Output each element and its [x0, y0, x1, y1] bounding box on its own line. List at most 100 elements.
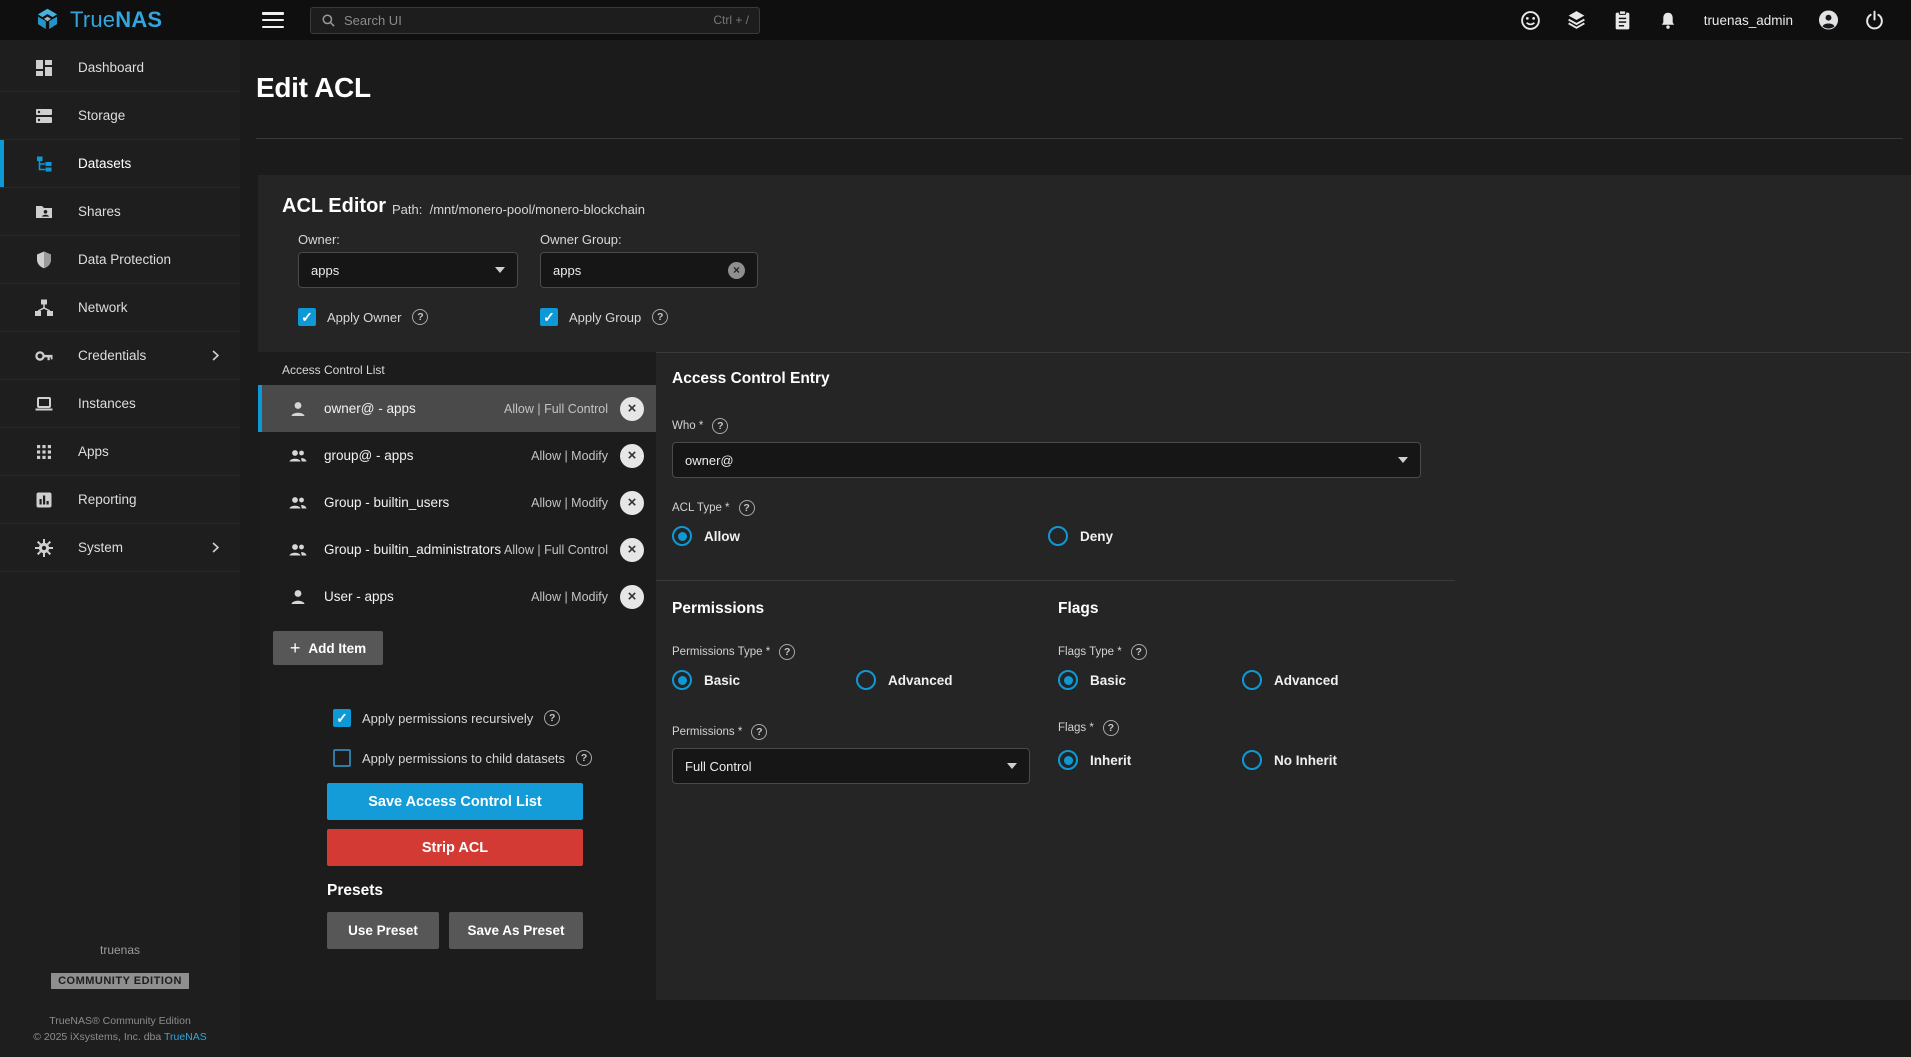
help-icon[interactable]: ?: [1131, 644, 1147, 660]
apply-owner-checkbox[interactable]: ✓: [298, 308, 316, 326]
sidebar-item-instances[interactable]: Instances: [0, 380, 240, 428]
help-icon[interactable]: ?: [412, 309, 428, 325]
sidebar-item-storage[interactable]: Storage: [0, 92, 240, 140]
save-as-preset-button[interactable]: Save As Preset: [449, 912, 583, 949]
flags-inherit-radio[interactable]: Inherit: [1058, 750, 1131, 770]
apps-grid-icon: [34, 442, 54, 462]
help-icon[interactable]: ?: [779, 644, 795, 660]
title-divider: [256, 138, 1903, 139]
sidebar: Dashboard Storage Datasets Shares: [0, 40, 240, 1057]
people-icon: [288, 540, 308, 560]
sidebar-item-label: Storage: [78, 108, 125, 123]
ace-summary: Allow | Full Control: [504, 402, 608, 416]
permissions-type-advanced-radio[interactable]: Advanced: [856, 670, 953, 690]
acl-list-item[interactable]: Group - builtin_administrators Allow | F…: [258, 526, 656, 573]
remove-ace-icon[interactable]: ×: [620, 444, 644, 468]
sidebar-item-apps[interactable]: Apps: [0, 428, 240, 476]
permissions-type-basic-radio[interactable]: Basic: [672, 670, 740, 690]
power-icon[interactable]: [1864, 10, 1885, 31]
permissions-type-label: Permissions Type *: [672, 646, 770, 658]
dataset-path: Path: /mnt/monero-pool/monero-blockchain: [392, 202, 645, 217]
ace-name: group@ - apps: [324, 448, 414, 463]
permissions-select[interactable]: Full Control: [672, 748, 1030, 784]
sidebar-item-label: Datasets: [78, 156, 131, 171]
apply-recursive-checkbox[interactable]: ✓: [333, 709, 351, 727]
acl-list-item[interactable]: group@ - apps Allow | Modify ×: [258, 432, 656, 479]
remove-ace-icon[interactable]: ×: [620, 585, 644, 609]
path-label: Path:: [392, 202, 422, 217]
flags-type-label-row: Flags Type * ?: [1058, 644, 1147, 660]
sidebar-footer: truenas COMMUNITY EDITION TrueNAS® Commu…: [0, 943, 240, 1045]
flags-no-inherit-radio[interactable]: No Inherit: [1242, 750, 1337, 770]
remove-ace-icon[interactable]: ×: [620, 538, 644, 562]
search-shortcut: Ctrl + /: [713, 13, 749, 27]
sidebar-item-data-protection[interactable]: Data Protection: [0, 236, 240, 284]
sidebar-item-label: System: [78, 540, 123, 555]
shield-icon: [34, 250, 54, 270]
apply-child-checkbox[interactable]: [333, 749, 351, 767]
sidebar-item-credentials[interactable]: Credentials: [0, 332, 240, 380]
help-icon[interactable]: ?: [652, 309, 668, 325]
menu-hamburger-icon[interactable]: [262, 12, 284, 28]
truenas-link[interactable]: TrueNAS: [164, 1031, 207, 1043]
feedback-smiley-icon[interactable]: [1520, 10, 1541, 31]
help-icon[interactable]: ?: [712, 418, 728, 434]
help-icon[interactable]: ?: [576, 750, 592, 766]
top-bar: TrueNAS Ctrl + /: [0, 0, 1911, 40]
clear-icon[interactable]: ×: [728, 262, 745, 279]
owner-group-input[interactable]: apps ×: [540, 252, 758, 288]
sidebar-item-system[interactable]: System: [0, 524, 240, 572]
who-select[interactable]: owner@: [672, 442, 1421, 478]
user-avatar-icon[interactable]: [1818, 10, 1839, 31]
acl-type-deny-radio[interactable]: Deny: [1048, 526, 1113, 546]
flags-type-label: Flags Type *: [1058, 646, 1122, 658]
acl-type-allow-radio[interactable]: Allow: [672, 526, 740, 546]
acl-list-item[interactable]: owner@ - apps Allow | Full Control ×: [258, 385, 656, 432]
hostname-label: truenas: [100, 943, 140, 957]
strip-acl-button[interactable]: Strip ACL: [327, 829, 583, 866]
chevron-down-icon: [495, 267, 505, 273]
help-icon[interactable]: ?: [739, 500, 755, 516]
truenas-logo[interactable]: TrueNAS: [0, 7, 240, 34]
radio-label: Advanced: [888, 673, 953, 688]
acl-list-item[interactable]: User - apps Allow | Modify ×: [258, 573, 656, 620]
sidebar-item-dashboard[interactable]: Dashboard: [0, 44, 240, 92]
radio-icon: [1242, 670, 1262, 690]
chevron-down-icon: [1398, 457, 1408, 463]
help-icon[interactable]: ?: [544, 710, 560, 726]
footer-edition-line: TrueNAS® Community Edition: [49, 1013, 191, 1029]
path-value: /mnt/monero-pool/monero-blockchain: [430, 202, 645, 217]
owner-select[interactable]: apps: [298, 252, 518, 288]
acl-list-item[interactable]: Group - builtin_users Allow | Modify ×: [258, 479, 656, 526]
remove-ace-icon[interactable]: ×: [620, 397, 644, 421]
sidebar-item-label: Network: [78, 300, 128, 315]
people-icon: [288, 493, 308, 513]
sidebar-item-reporting[interactable]: Reporting: [0, 476, 240, 524]
sidebar-item-datasets[interactable]: Datasets: [0, 140, 240, 188]
sidebar-item-network[interactable]: Network: [0, 284, 240, 332]
access-control-entry-panel: Access Control Entry Who * ? owner@ ACL …: [656, 352, 1911, 1000]
help-icon[interactable]: ?: [751, 724, 767, 740]
owner-label: Owner:: [298, 232, 340, 247]
flags-type-advanced-radio[interactable]: Advanced: [1242, 670, 1339, 690]
search-input[interactable]: [344, 13, 705, 28]
use-preset-button[interactable]: Use Preset: [327, 912, 439, 949]
save-acl-button[interactable]: Save Access Control List: [327, 783, 583, 820]
notifications-bell-icon[interactable]: [1658, 10, 1679, 31]
apply-group-checkbox[interactable]: ✓: [540, 308, 558, 326]
add-item-button[interactable]: + Add Item: [273, 631, 383, 665]
entry-divider: [656, 580, 1455, 581]
help-icon[interactable]: ?: [1103, 720, 1119, 736]
owner-group-label: Owner Group:: [540, 232, 622, 247]
plus-icon: +: [290, 638, 301, 659]
remove-ace-icon[interactable]: ×: [620, 491, 644, 515]
sidebar-item-shares[interactable]: Shares: [0, 188, 240, 236]
search-box[interactable]: Ctrl + /: [310, 7, 760, 34]
checklist-icon[interactable]: [1612, 10, 1633, 31]
flags-type-basic-radio[interactable]: Basic: [1058, 670, 1126, 690]
search-icon: [321, 13, 336, 28]
ace-name: Group - builtin_administrators: [324, 542, 501, 557]
sidebar-item-label: Instances: [78, 396, 136, 411]
ace-summary: Allow | Modify: [531, 449, 608, 463]
jobs-stack-icon[interactable]: [1566, 10, 1587, 31]
